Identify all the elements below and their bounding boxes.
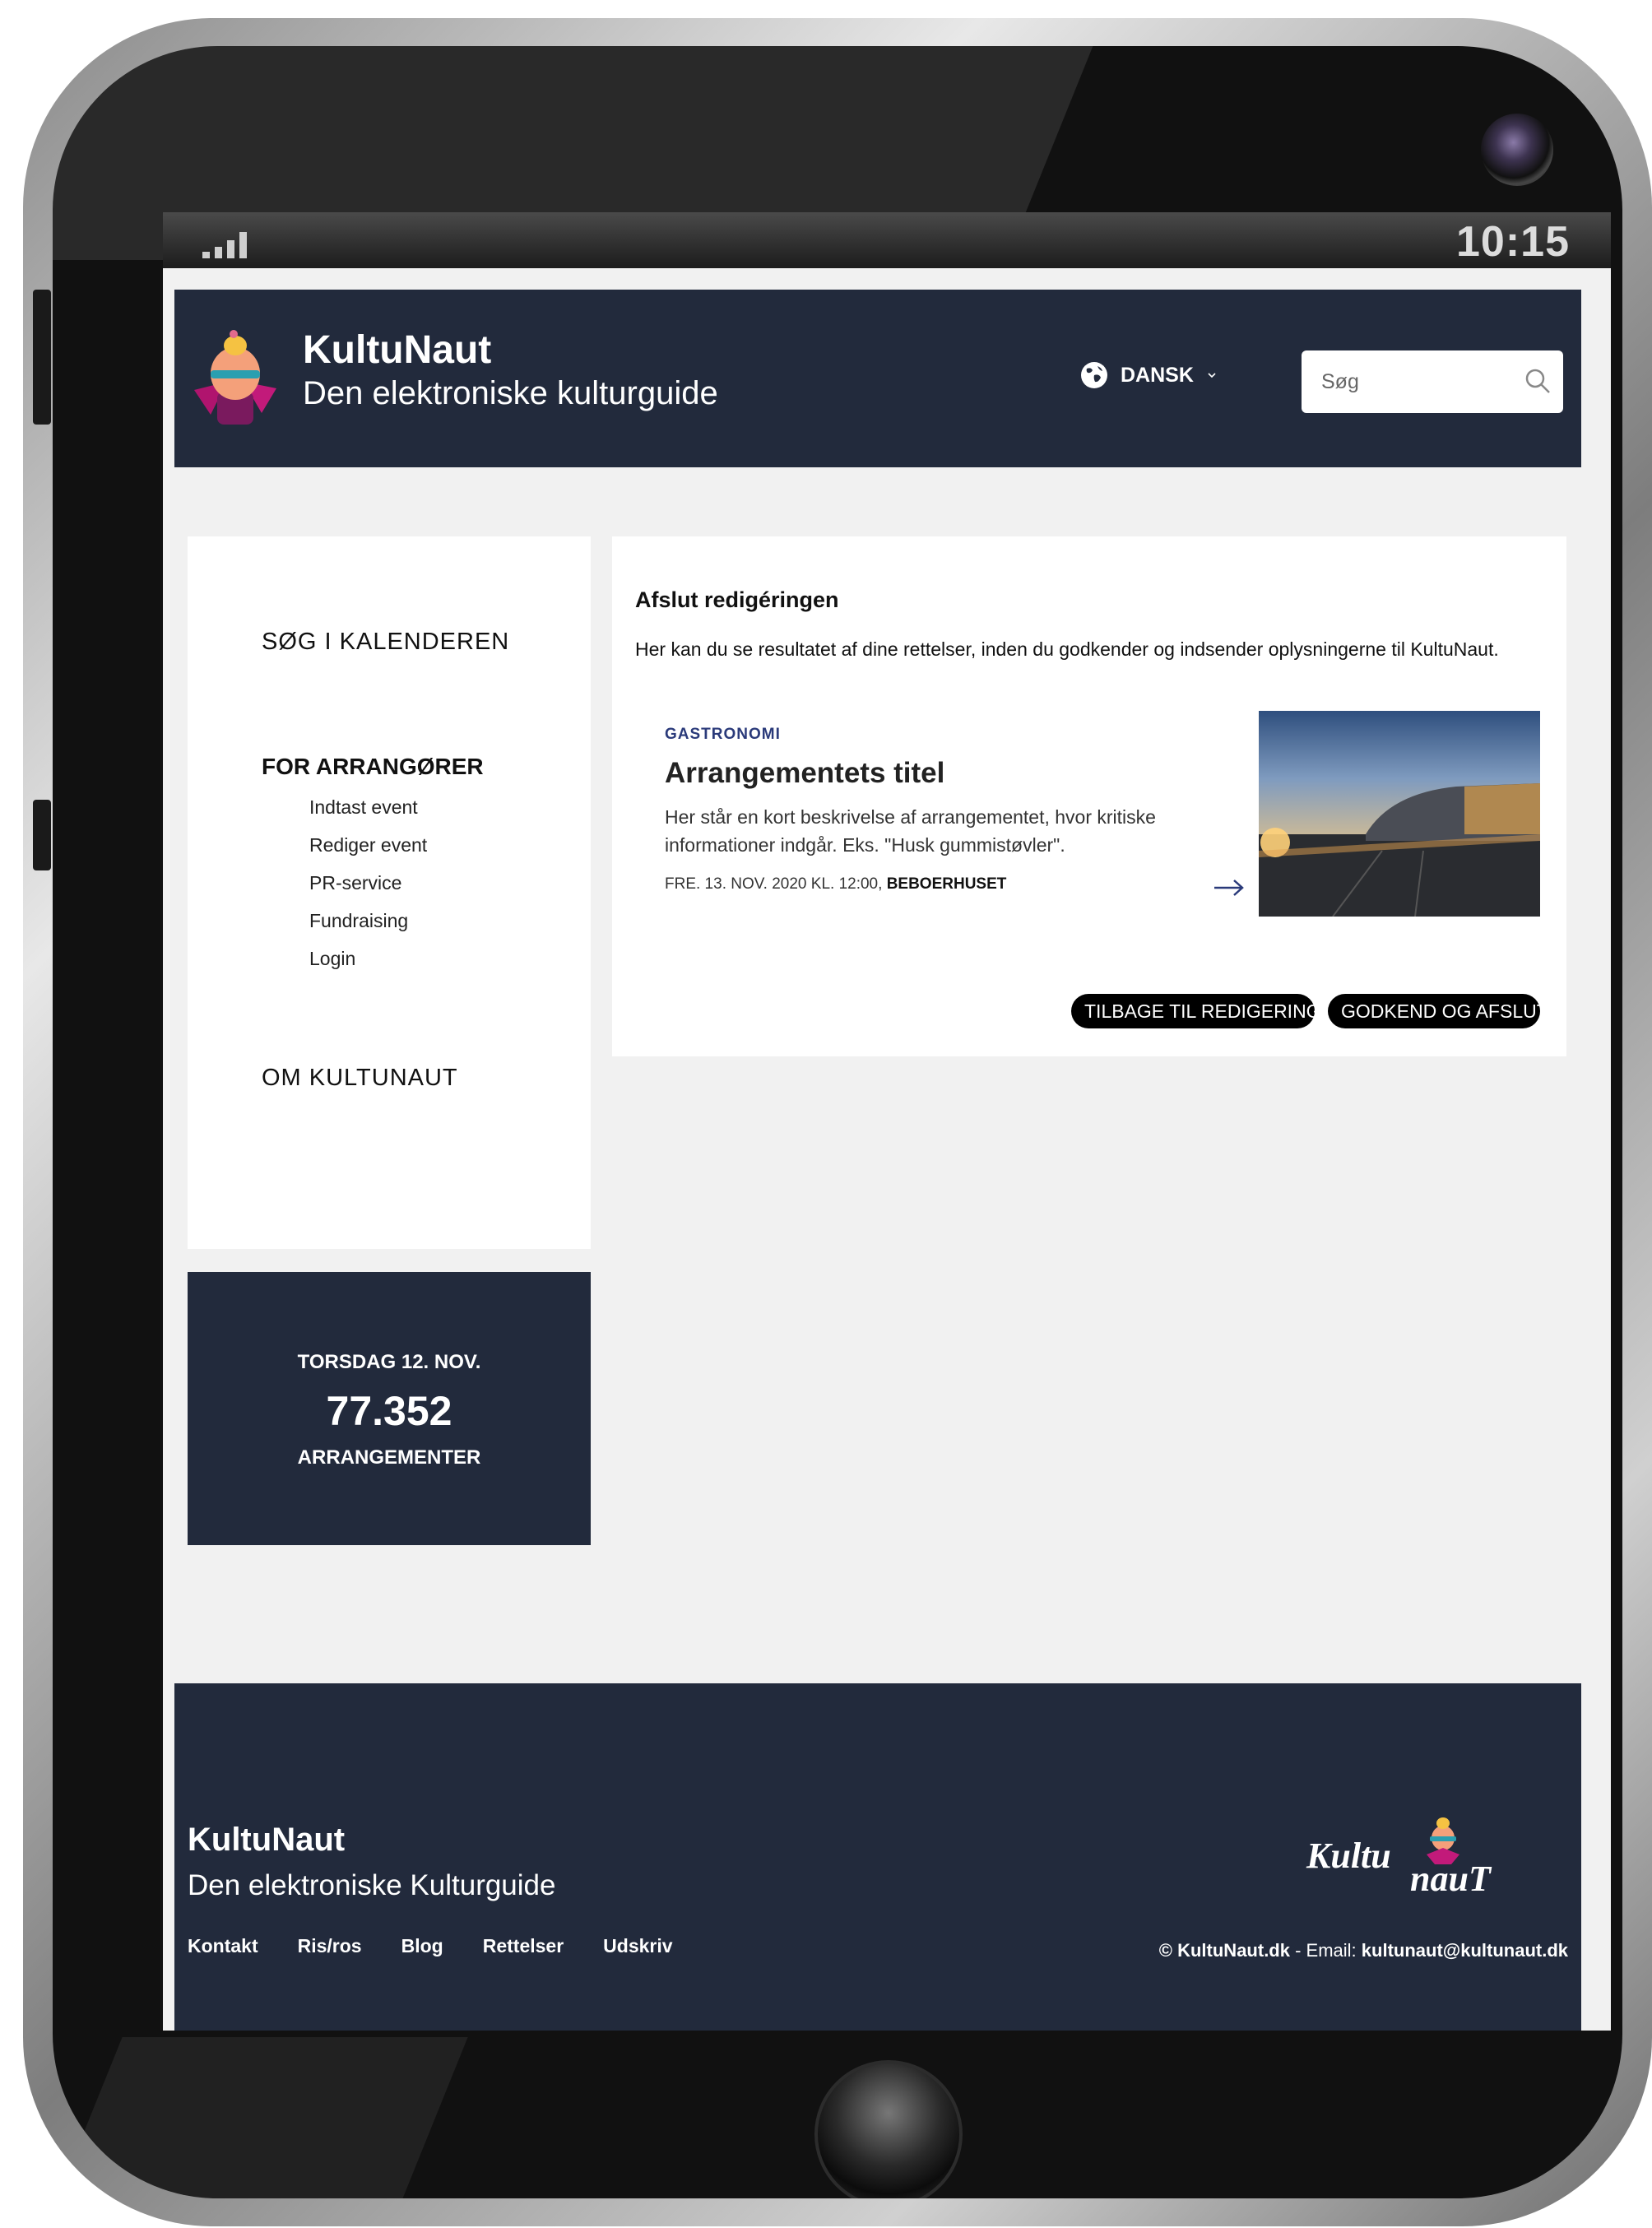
footer-email-label: - Email: [1289, 1940, 1362, 1961]
kultunaut-mascot-icon[interactable] [186, 324, 285, 431]
sidebar-item-login[interactable]: Login [309, 948, 355, 970]
footer-email[interactable]: kultunaut@kultunaut.dk [1362, 1940, 1568, 1961]
event-category: GASTRONOMI [665, 726, 781, 743]
footer-link-kontakt[interactable]: Kontakt [188, 1935, 258, 1957]
event-datetime: FRE. 13. NOV. 2020 KL. 12:00, [665, 875, 883, 893]
side-button-lower[interactable] [33, 800, 51, 870]
signal-icon [202, 225, 247, 258]
sidebar-item-pr-service[interactable]: PR-service [309, 872, 401, 894]
footer-copyright-site: © KultuNaut.dk [1158, 1940, 1290, 1961]
side-button-upper[interactable] [33, 290, 51, 425]
event-title[interactable]: Arrangementets titel [665, 757, 944, 790]
sidebar: SØG I KALENDEREN FOR ARRANGØRER Indtast … [188, 536, 591, 1249]
language-selector[interactable]: DANSK [1081, 362, 1217, 388]
event-counter: TORSDAG 12. NOV. 77.352 ARRANGEMENTER [188, 1272, 591, 1545]
event-venue: BEBOERHUSET [886, 875, 1007, 893]
site-header: KultuNaut Den elektroniske kulturguide D… [174, 290, 1581, 467]
footer-link-rettelser[interactable]: Rettelser [483, 1935, 564, 1957]
event-image[interactable] [1259, 711, 1540, 917]
event-meta: FRE. 13. NOV. 2020 KL. 12:00, BEBOERHUSE… [665, 875, 1006, 894]
tablet-screen: 10:15 KultuNaut Den elektroniske kulturg… [163, 212, 1611, 2031]
globe-icon [1081, 362, 1107, 388]
language-label: DANSK [1121, 363, 1194, 387]
preview-panel: Afslut redigéringen Her kan du se result… [612, 536, 1566, 1056]
brand[interactable]: KultuNaut Den elektroniske kulturguide [303, 327, 718, 413]
site-footer: KultuNaut Den elektroniske Kulturguide K… [174, 1683, 1581, 2031]
sidebar-heading-organizers[interactable]: FOR ARRANGØRER [262, 754, 484, 780]
counter-date: TORSDAG 12. NOV. [297, 1351, 481, 1373]
sidebar-item-indtast-event[interactable]: Indtast event [309, 796, 418, 819]
sidebar-item-search-calendar[interactable]: SØG I KALENDEREN [262, 629, 509, 656]
sidebar-item-about[interactable]: OM KULTUNAUT [262, 1065, 458, 1092]
svg-text:nauT: nauT [1410, 1859, 1492, 1899]
status-bar: 10:15 [163, 212, 1611, 268]
tablet-frame: 10:15 KultuNaut Den elektroniske kulturg… [23, 18, 1652, 2226]
footer-link-blog[interactable]: Blog [401, 1935, 443, 1957]
sidebar-item-rediger-event[interactable]: Rediger event [309, 834, 427, 856]
footer-copyright: © KultuNaut.dk - Email: kultunaut@kultun… [1159, 1940, 1568, 1961]
search-icon[interactable] [1524, 367, 1552, 395]
tablet-bezel: 10:15 KultuNaut Den elektroniske kulturg… [53, 46, 1622, 2198]
status-time: 10:15 [1456, 218, 1570, 266]
brand-tagline: Den elektroniske kulturguide [303, 375, 718, 411]
bezel-glare [53, 2037, 468, 2198]
back-to-editing-button[interactable]: TILBAGE TIL REDIGERING [1071, 994, 1321, 1028]
approve-and-finish-button[interactable]: GODKEND OG AFSLUT [1328, 994, 1548, 1028]
page-description: Her kan du se resultatet af dine rettels… [635, 638, 1499, 660]
counter-count: 77.352 [326, 1388, 452, 1434]
footer-link-udskriv[interactable]: Udskriv [603, 1935, 672, 1957]
footer-brand-name: KultuNaut [188, 1822, 346, 1858]
brand-name: KultuNaut [303, 328, 492, 372]
camera-icon [1481, 114, 1553, 186]
home-button[interactable] [814, 2060, 963, 2198]
footer-link-ris-ros[interactable]: Ris/ros [298, 1935, 362, 1957]
svg-text:Kultu: Kultu [1306, 1836, 1391, 1876]
footer-links: Kontakt Ris/ros Blog Rettelser Udskriv [188, 1935, 673, 1957]
page-title: Afslut redigéringen [635, 587, 839, 612]
counter-label: ARRANGEMENTER [297, 1446, 481, 1469]
arrow-right-icon[interactable] [1211, 875, 1247, 900]
sidebar-item-fundraising[interactable]: Fundraising [309, 910, 408, 932]
footer-tagline: Den elektroniske Kulturguide [188, 1869, 556, 1901]
kultunaut-logo[interactable]: Kultu nauT [1303, 1815, 1542, 1905]
event-description: Her står en kort beskrivelse af arrangem… [665, 806, 1156, 856]
chevron-down-icon [1208, 373, 1216, 378]
